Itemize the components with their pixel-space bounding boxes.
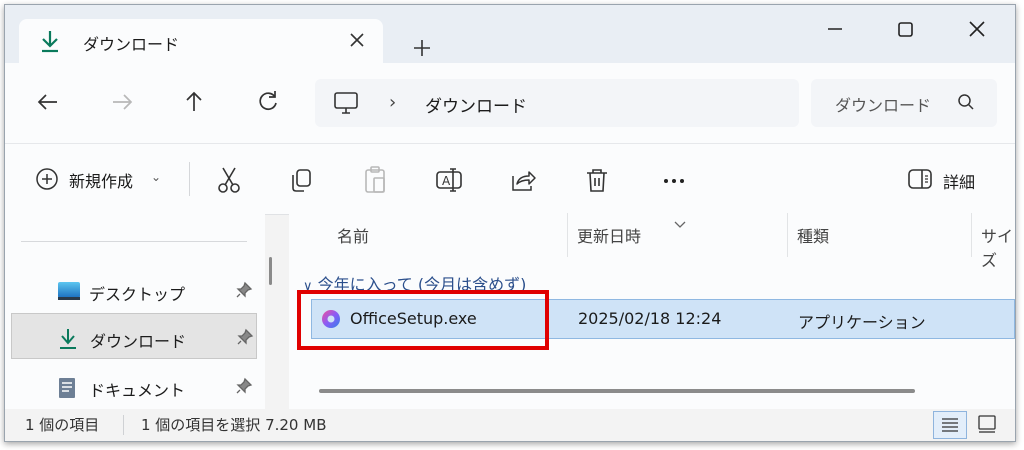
sort-chevron-icon [673,215,687,234]
refresh-icon[interactable] [251,85,285,119]
selection-info: 1 個の項目を選択 7.20 MB [141,416,327,434]
chevron-right-icon: › [389,92,397,113]
address-bar[interactable]: › ダウンロード [315,79,799,127]
new-button-label: 新規作成 [69,172,134,191]
column-divider[interactable] [787,213,788,257]
status-divider [123,415,124,435]
list-view-icon[interactable] [933,411,967,439]
sidebar-item-label: デスクトップ [89,285,186,304]
more-options-icon[interactable] [659,164,691,196]
copy-icon[interactable] [285,164,317,196]
close-window-icon[interactable] [957,15,997,45]
details-label: 詳細 [943,173,976,192]
navigation-bar: › ダウンロード ダウンロード [5,63,1015,143]
close-tab-icon[interactable] [345,28,369,52]
breadcrumb[interactable]: ダウンロード [425,92,527,117]
title-bar: ダウンロード [5,5,1015,63]
search-box[interactable]: ダウンロード [811,79,997,127]
desktop-icon [57,281,81,305]
toolbar-divider [189,162,190,196]
details-pane-icon [907,168,933,194]
sidebar-item-downloads[interactable]: ダウンロード [11,313,257,359]
tab-downloads[interactable]: ダウンロード [19,19,383,63]
file-type: アプリケーション [798,313,926,332]
sidebar-divider [21,241,247,242]
rename-icon[interactable]: A [433,164,465,196]
download-icon [58,328,78,354]
tab-title: ダウンロード [83,35,180,54]
annotation-highlight-box [297,290,549,350]
monitor-icon [333,91,359,119]
column-divider[interactable] [971,213,972,257]
document-icon [57,377,77,403]
new-tab-icon[interactable] [407,33,437,63]
search-placeholder: ダウンロード [835,96,932,115]
search-icon [957,93,975,115]
file-date: 2025/02/18 12:24 [578,309,722,328]
navigation-pane: デスクトップ ダウンロード ドキュメント [5,213,265,409]
sidebar-scrollbar[interactable] [269,257,272,285]
pin-icon[interactable] [235,281,253,303]
sidebar-item-label: ドキュメント [89,381,186,400]
share-icon[interactable] [507,164,539,196]
plus-circle-icon [35,167,59,195]
file-explorer-window: ダウンロード › ダウンロード ダウンロード 新規作成 ⌄ A 詳細 デスクトッ… [4,4,1016,442]
column-header-name[interactable]: 名前 [337,223,369,247]
minimize-icon[interactable] [815,15,855,45]
tiles-view-icon[interactable] [971,411,1005,439]
back-arrow-icon[interactable] [31,85,65,119]
download-icon [39,29,61,57]
pin-icon[interactable] [235,377,253,399]
status-bar: 1 個の項目 1 個の項目を選択 7.20 MB [5,409,1015,441]
svg-text:A: A [442,174,451,188]
delete-icon[interactable] [581,164,613,196]
sidebar-item-label: ダウンロード [90,332,187,351]
up-arrow-icon[interactable] [177,85,211,119]
paste-icon[interactable] [359,164,391,196]
pin-icon[interactable] [236,328,254,350]
command-bar: 新規作成 ⌄ A 詳細 [5,143,1015,215]
new-button[interactable]: 新規作成 ⌄ [25,162,177,196]
column-header-size[interactable]: サイズ [981,223,1015,271]
forward-arrow-icon[interactable] [105,85,139,119]
column-header-type[interactable]: 種類 [797,223,829,247]
sidebar-item-desktop[interactable]: デスクトップ [11,267,257,313]
chevron-down-icon: ⌄ [151,170,162,184]
details-button[interactable]: 詳細 [901,162,1001,196]
column-divider[interactable] [567,213,568,257]
column-header-date[interactable]: 更新日時 [577,223,641,247]
item-count: 1 個の項目 [25,416,100,434]
cut-icon[interactable] [213,164,245,196]
sidebar-item-documents[interactable]: ドキュメント [11,363,257,409]
maximize-icon[interactable] [885,15,925,45]
horizontal-scrollbar[interactable] [319,389,915,393]
